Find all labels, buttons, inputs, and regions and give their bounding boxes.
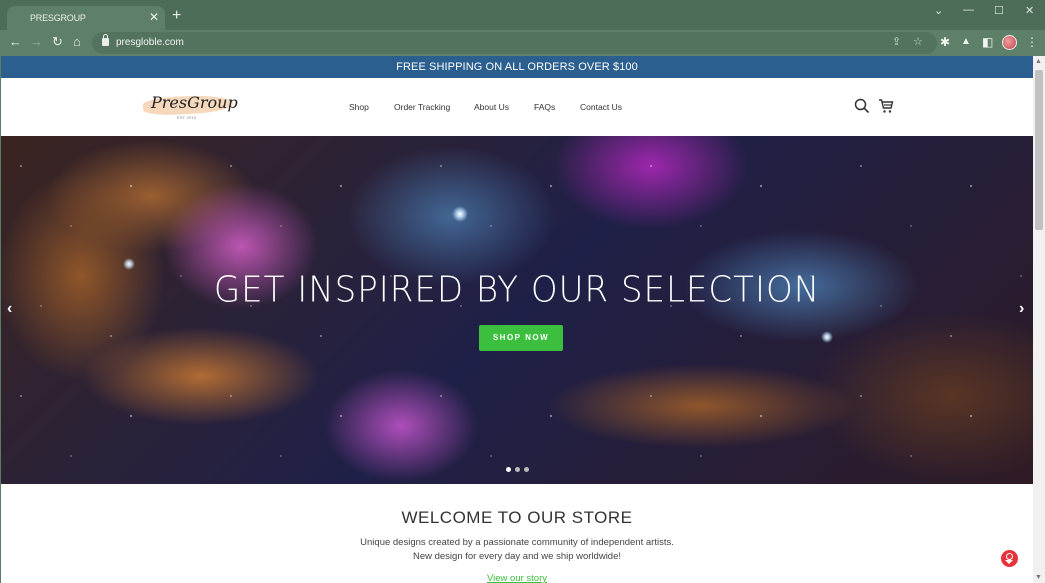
new-tab-button[interactable]: + — [172, 7, 181, 25]
maximize-button[interactable]: ☐ — [994, 4, 1004, 17]
welcome-line-1: Unique designs created by a passionate c… — [360, 537, 674, 548]
tab-search-chevron-icon[interactable]: ⌄ — [934, 4, 943, 17]
site-logo[interactable]: PresGroup EST 2019 — [141, 92, 238, 122]
scroll-down-arrow-icon[interactable]: ▼ — [1035, 574, 1042, 581]
welcome-description: Unique designs created by a passionate c… — [1, 536, 1033, 564]
extensions-puzzle-icon[interactable]: ✱ — [940, 35, 950, 49]
lock-icon[interactable] — [102, 34, 109, 46]
url-text[interactable]: presgloble.com — [116, 37, 184, 48]
hero-slider: GET INSPIRED BY OUR SELECTION SHOP NOW ‹… — [1, 136, 1033, 484]
nav-order-tracking[interactable]: Order Tracking — [394, 102, 450, 112]
share-icon[interactable]: ⇪ — [892, 35, 901, 48]
scroll-thumb[interactable] — [1035, 70, 1043, 230]
scroll-up-arrow-icon[interactable]: ▲ — [1035, 58, 1042, 65]
slider-dot-1[interactable] — [506, 467, 511, 472]
nav-shop[interactable]: Shop — [349, 102, 369, 112]
page-viewport: FREE SHIPPING ON ALL ORDERS OVER $100 Pr… — [1, 56, 1033, 583]
slider-next-arrow-icon[interactable]: › — [1019, 300, 1024, 318]
forward-button[interactable]: → — [30, 34, 43, 50]
browser-tab-strip: PRESGROUP ✕ + ⌄ — ☐ ✕ — [0, 0, 1045, 32]
site-header: PresGroup EST 2019 Shop Order Tracking A… — [1, 78, 1033, 136]
home-button[interactable]: ⌂ — [73, 34, 81, 50]
address-bar[interactable]: presgloble.com ⇪ ☆ — [92, 32, 937, 54]
logo-text: PresGroup — [151, 93, 238, 112]
shop-now-button[interactable]: SHOP NOW — [479, 325, 563, 351]
back-button[interactable]: ← — [9, 34, 22, 50]
reload-button[interactable]: ↻ — [52, 34, 63, 50]
slider-dot-2[interactable] — [515, 467, 520, 472]
welcome-section: WELCOME TO OUR STORE Unique designs crea… — [1, 484, 1033, 583]
view-our-story-link[interactable]: View our story — [487, 573, 547, 583]
profile-avatar[interactable] — [1002, 35, 1017, 50]
welcome-heading: WELCOME TO OUR STORE — [401, 508, 633, 527]
nav-faqs[interactable]: FAQs — [534, 102, 555, 112]
labs-flask-icon[interactable]: ▲ — [961, 35, 971, 49]
chat-support-button[interactable] — [1001, 550, 1018, 567]
bookmark-star-icon[interactable]: ☆ — [913, 35, 923, 48]
slider-prev-arrow-icon[interactable]: ‹ — [7, 300, 12, 318]
tab-title: PRESGROUP — [30, 13, 86, 23]
slider-dots — [506, 467, 529, 472]
slider-dot-3[interactable] — [524, 467, 529, 472]
logo-subtext: EST 2019 — [177, 116, 197, 120]
hero-star-flare — [821, 331, 833, 343]
search-icon[interactable] — [854, 98, 870, 119]
welcome-line-2: New design for every day and we ship wor… — [412, 551, 622, 562]
cart-icon[interactable] — [878, 98, 894, 119]
nav-contact-us[interactable]: Contact Us — [580, 102, 622, 112]
page-scrollbar[interactable]: ▲ ▼ — [1033, 56, 1045, 583]
close-window-button[interactable]: ✕ — [1025, 4, 1034, 17]
tab-close-icon[interactable]: ✕ — [149, 10, 159, 24]
nav-about-us[interactable]: About Us — [474, 102, 509, 112]
hero-star-flare — [452, 206, 468, 222]
browser-tab[interactable]: PRESGROUP ✕ — [7, 6, 165, 32]
announcement-bar: FREE SHIPPING ON ALL ORDERS OVER $100 — [1, 56, 1033, 78]
browser-menu-icon[interactable]: ⋮ — [1026, 35, 1038, 49]
hero-title: GET INSPIRED BY OUR SELECTION — [213, 269, 821, 311]
side-panel-icon[interactable]: ◧ — [982, 35, 993, 49]
minimize-button[interactable]: — — [963, 4, 974, 16]
browser-toolbar: ← → ↻ ⌂ presgloble.com ⇪ ☆ ✱ ▲ ◧ ⋮ — [0, 30, 1045, 56]
